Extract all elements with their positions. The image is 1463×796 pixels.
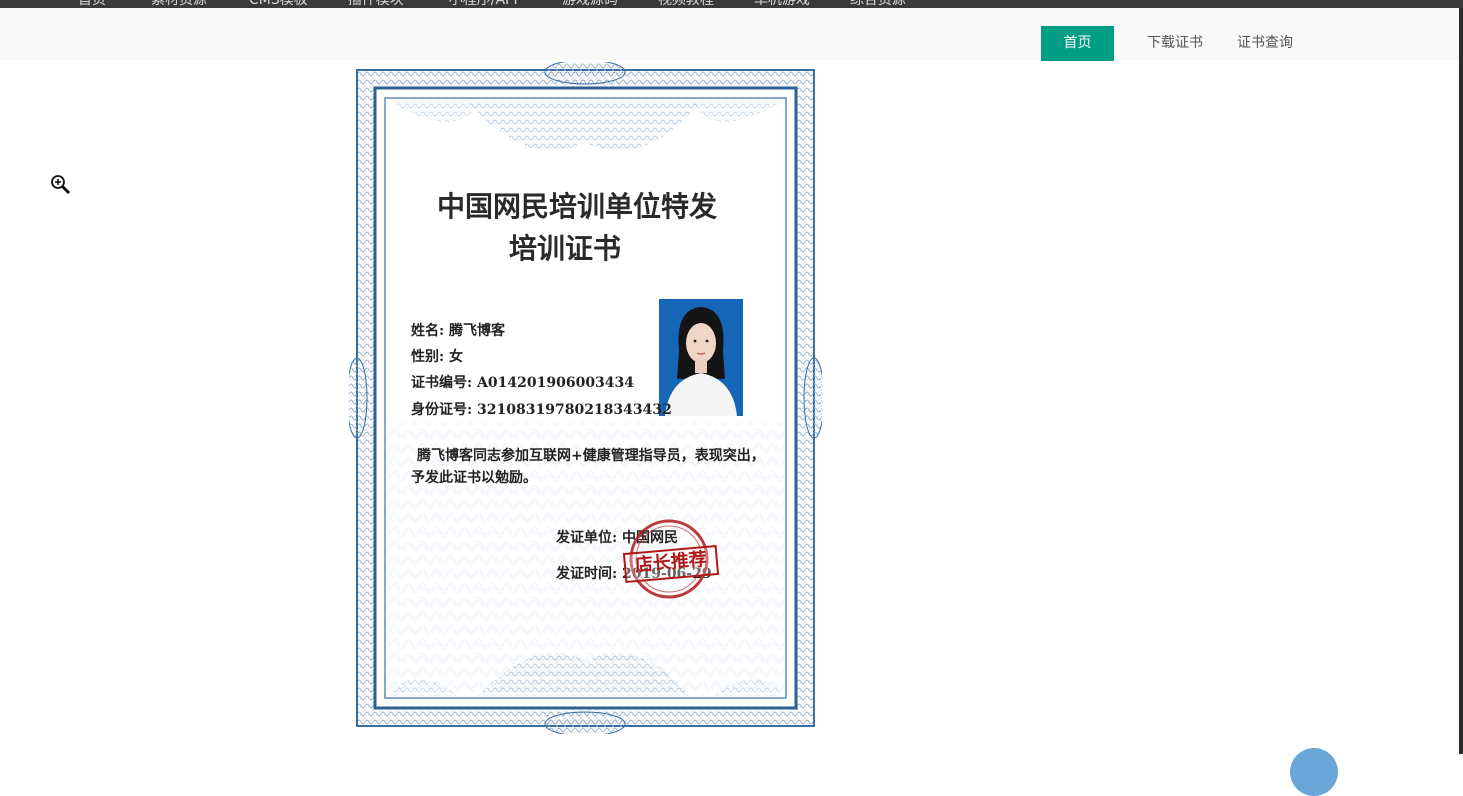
certificate-body: 腾飞博客同志参加互联网+健康管理指导员，表现突出， 予发此证书以勉励。 [411, 445, 771, 489]
top-menu-item[interactable]: 首页 [78, 0, 106, 8]
certificate-name: 姓名: 腾飞博客 [411, 323, 506, 339]
certificate-body-line: 腾飞博客同志参加互联网+健康管理指导员，表现突出， [417, 448, 765, 464]
certificate-image: 中国网民培训单位特发 培训证书 姓名: 腾飞博客 性别: 女 证书编号: A01… [349, 62, 822, 734]
top-menu-item[interactable]: 素材资源 [151, 0, 207, 8]
top-menu-item[interactable]: 游戏源码 [562, 0, 618, 8]
nav-download-certificate-link[interactable]: 下载证书 [1139, 26, 1211, 61]
top-menu-item[interactable]: CMS模板 [249, 0, 308, 8]
certificate-number: 证书编号: A014201906003434 [411, 375, 635, 391]
certificate-id-number: 身份证号: 321083197802183434​32 [411, 402, 672, 418]
certificate-body-line: 予发此证书以勉励。 [411, 470, 537, 486]
certificate-subtitle: 培训证书 [509, 232, 622, 265]
certificate-frame [349, 62, 822, 734]
top-menu-item[interactable]: 视频教程 [658, 0, 714, 8]
top-menu-item[interactable]: 小程序/APP [449, 0, 522, 8]
top-menu-item[interactable]: 综合资源 [850, 0, 906, 8]
window-right-edge [1459, 8, 1463, 754]
certificate-title: 中国网民培训单位特发 [437, 190, 718, 223]
nav-home-button[interactable]: 首页 [1041, 26, 1114, 61]
portrait-photo [659, 299, 743, 416]
nav-certificate-query-link[interactable]: 证书查询 [1229, 26, 1301, 61]
top-menu-item[interactable]: 单机游戏 [754, 0, 810, 8]
zoom-in-icon[interactable] [50, 174, 72, 196]
nav-bar: 首页 下载证书 证书查询 [0, 8, 1463, 61]
certificate-gender: 性别: 女 [411, 349, 464, 365]
top-menu-item[interactable]: 插件模块 [348, 0, 404, 8]
top-menu-bar: 首页 素材资源 CMS模板 插件模块 小程序/APP 游戏源码 视频教程 单机游… [0, 0, 1463, 8]
back-to-top-button[interactable] [1290, 748, 1338, 796]
